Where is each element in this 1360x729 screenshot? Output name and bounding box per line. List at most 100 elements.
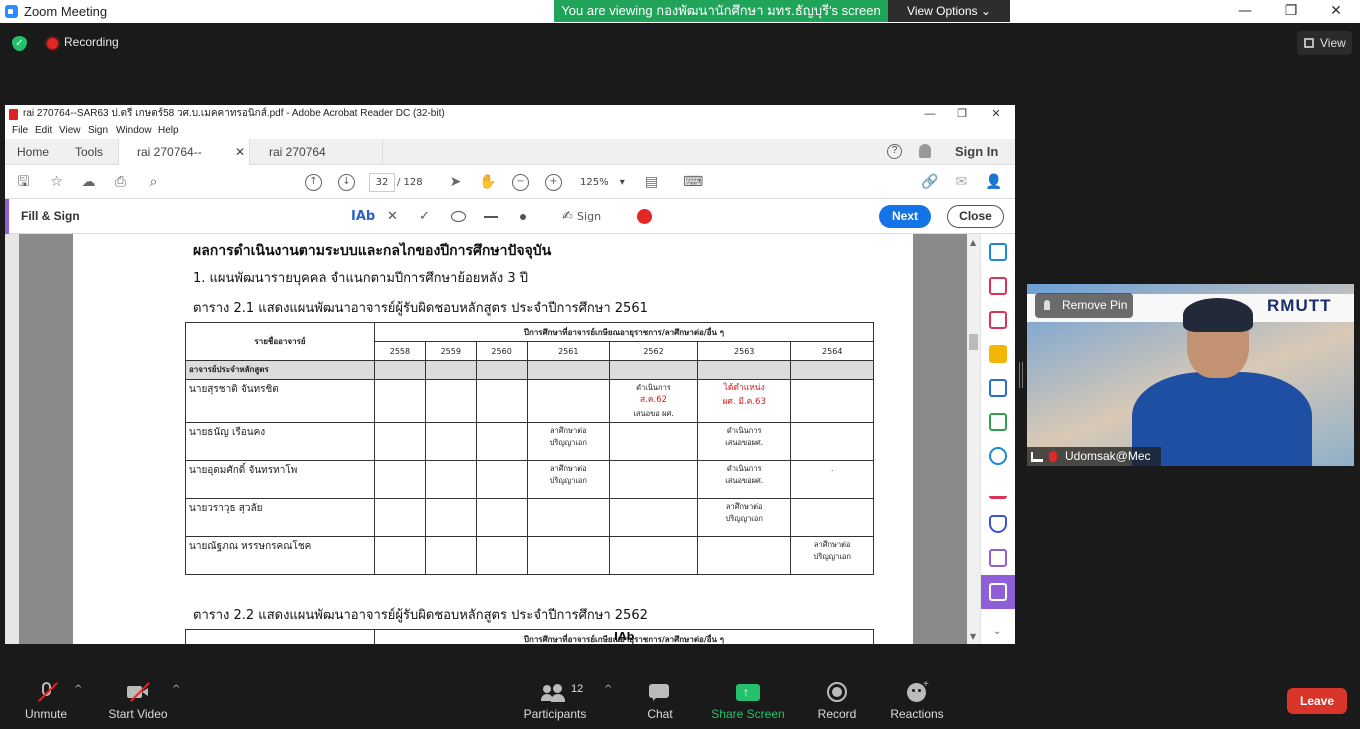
hand-pan-icon[interactable]: ✋ <box>479 174 496 191</box>
page-up-icon[interactable]: ↑ <box>305 174 322 191</box>
minimize-icon[interactable]: — <box>1222 1 1268 22</box>
link-icon[interactable]: 🔗 <box>921 174 938 191</box>
table-cell <box>475 535 528 575</box>
audio-options-chevron-icon[interactable]: ^ <box>74 684 82 695</box>
page-display-icon[interactable]: ▤ <box>643 174 660 191</box>
dot-tool[interactable] <box>520 214 526 220</box>
document-scrollbar[interactable]: ▲ ▼ <box>967 234 980 644</box>
document-viewport[interactable]: ผลการดำเนินงานตามระบบและกลไกของปีการศึกษ… <box>5 234 980 644</box>
tab-document-1[interactable]: rai 270764--SAR63... ✕ <box>118 139 250 185</box>
participant-video-tile[interactable]: RMUTT Remove Pin Udomsak@Mec <box>1027 284 1354 466</box>
select-cursor-icon[interactable]: ➤ <box>447 174 464 191</box>
send-track-icon[interactable] <box>989 447 1007 465</box>
circle-tool[interactable] <box>451 211 466 222</box>
table-cell: ดำเนินการ ส.ค.62 เสนอขอ ผศ. <box>609 379 698 423</box>
tab-home[interactable]: Home <box>5 139 61 165</box>
ink-color-swatch[interactable] <box>637 209 652 224</box>
page-number-input[interactable]: 32 <box>369 173 395 192</box>
acrobat-close-icon[interactable]: ✕ <box>981 105 1011 123</box>
scroll-thumb[interactable] <box>969 334 978 350</box>
menu-window[interactable]: Window <box>116 123 152 139</box>
help-icon[interactable]: ? <box>887 144 902 159</box>
protect-shield-icon[interactable] <box>989 515 1007 533</box>
table-cell <box>526 535 611 575</box>
unmute-button[interactable]: Unmute <box>15 669 77 729</box>
zoom-out-icon[interactable]: − <box>512 174 529 191</box>
shield-icon[interactable]: ✓ <box>12 36 27 51</box>
keyboard-icon[interactable]: ⌨ <box>683 174 703 191</box>
upload-cloud-icon[interactable]: ☁ <box>80 174 97 191</box>
close-fill-sign-button[interactable]: Close <box>947 205 1004 228</box>
check-mark-tool[interactable]: ✓ <box>419 208 430 225</box>
compress-pdf-icon[interactable] <box>989 413 1007 431</box>
sign-tool[interactable]: ✍ Sign <box>562 208 601 225</box>
table-cell: . <box>790 459 874 499</box>
view-button[interactable]: View <box>1297 31 1352 55</box>
table-header-year: 2564 <box>790 341 874 361</box>
close-window-icon[interactable]: ✕ <box>1313 1 1359 22</box>
menu-edit[interactable]: Edit <box>35 123 52 139</box>
line-tool[interactable] <box>484 216 498 218</box>
acrobat-title-bar: rai 270764--SAR63 ป.ตรี เกษตร์58 วศ.บ.เม… <box>5 105 1015 123</box>
acrobat-restore-icon[interactable]: ❐ <box>947 105 977 123</box>
instructor-name: นายสุรชาติ จันทรชิต <box>185 379 375 423</box>
participant-person <box>1127 298 1317 466</box>
page-down-icon[interactable]: ↓ <box>338 174 355 191</box>
record-button[interactable]: Record <box>812 669 862 729</box>
maximize-icon[interactable]: ❐ <box>1268 1 1314 22</box>
add-person-icon[interactable]: 👤 <box>985 174 1002 191</box>
export-pdf-icon[interactable] <box>989 243 1007 261</box>
menu-view[interactable]: View <box>59 123 81 139</box>
scroll-down-icon[interactable]: ▼ <box>970 632 976 641</box>
cell-line: ลาศึกษาต่อ <box>549 425 587 435</box>
tab-document-2[interactable]: rai 270764 SAR63ห... <box>251 139 383 185</box>
view-options-button[interactable]: View Options ⌄ <box>888 0 1010 22</box>
start-video-button[interactable]: Start Video <box>104 669 172 729</box>
remove-pin-button[interactable]: Remove Pin <box>1035 293 1133 318</box>
table-1-title: ตาราง 2.1 แสดงแผนพัฒนาอาจารย์ผู้รับผิดชอ… <box>193 301 648 316</box>
menu-file[interactable]: File <box>12 123 28 139</box>
acrobat-minimize-icon[interactable]: — <box>915 105 945 123</box>
tab-close-icon[interactable]: ✕ <box>235 139 245 165</box>
panel-resize-handle[interactable] <box>1019 362 1023 388</box>
tab-tools[interactable]: Tools <box>61 139 117 165</box>
menu-help[interactable]: Help <box>158 123 179 139</box>
fill-sign-pen-icon[interactable] <box>989 583 1007 601</box>
add-text-tool[interactable]: IAb <box>351 208 375 225</box>
email-icon[interactable]: ✉ <box>953 174 970 191</box>
bookmark-star-icon[interactable]: ☆ <box>48 174 65 191</box>
chat-button[interactable]: Chat <box>636 669 684 729</box>
sign-in-link[interactable]: Sign In <box>955 139 998 165</box>
zoom-level-select[interactable]: 125% ▾ <box>580 174 628 191</box>
reactions-button[interactable]: + Reactions <box>887 669 947 729</box>
scroll-up-icon[interactable]: ▲ <box>970 238 976 247</box>
share-screen-button[interactable]: ↑ Share Screen <box>708 669 788 729</box>
zoom-in-icon[interactable]: + <box>545 174 562 191</box>
video-options-chevron-icon[interactable]: ^ <box>172 684 180 695</box>
text-cursor-indicator: IAb <box>614 630 635 643</box>
participants-options-chevron-icon[interactable]: ^ <box>604 684 612 695</box>
combine-files-icon[interactable] <box>989 379 1007 397</box>
edit-pdf-icon[interactable] <box>989 481 1007 499</box>
organize-pages-icon[interactable] <box>989 277 1007 295</box>
leave-meeting-button[interactable]: Leave <box>1287 688 1347 714</box>
left-panel-strip[interactable] <box>5 234 19 644</box>
comment-icon[interactable] <box>989 345 1007 363</box>
share-screen-label: Share Screen <box>711 707 785 721</box>
section-heading: 1. แผนพัฒนารายบุคคล จำแนกตามปีการศึกษาย้… <box>193 271 529 286</box>
print-icon[interactable]: ⎙ <box>112 174 129 191</box>
menu-sign[interactable]: Sign <box>88 123 108 139</box>
participants-button[interactable]: 12 Participants <box>520 669 590 729</box>
save-icon[interactable]: 🖫 <box>15 174 32 191</box>
cell-line: ปริญญาเอก <box>725 513 763 523</box>
table-header-year: 2562 <box>609 341 698 361</box>
notification-bell-icon[interactable] <box>919 144 931 158</box>
cross-mark-tool[interactable]: ✕ <box>387 208 398 225</box>
create-pdf-icon[interactable] <box>989 311 1007 329</box>
rail-chevron-down-icon[interactable]: ⌄ <box>993 626 1001 637</box>
participants-count: 12 <box>571 683 584 695</box>
next-button[interactable]: Next <box>879 205 931 228</box>
document-icon[interactable] <box>989 549 1007 567</box>
table-header-name: รายชื่ออาจารย์ <box>185 322 375 361</box>
search-zoom-icon[interactable]: ⌕ <box>145 174 162 191</box>
